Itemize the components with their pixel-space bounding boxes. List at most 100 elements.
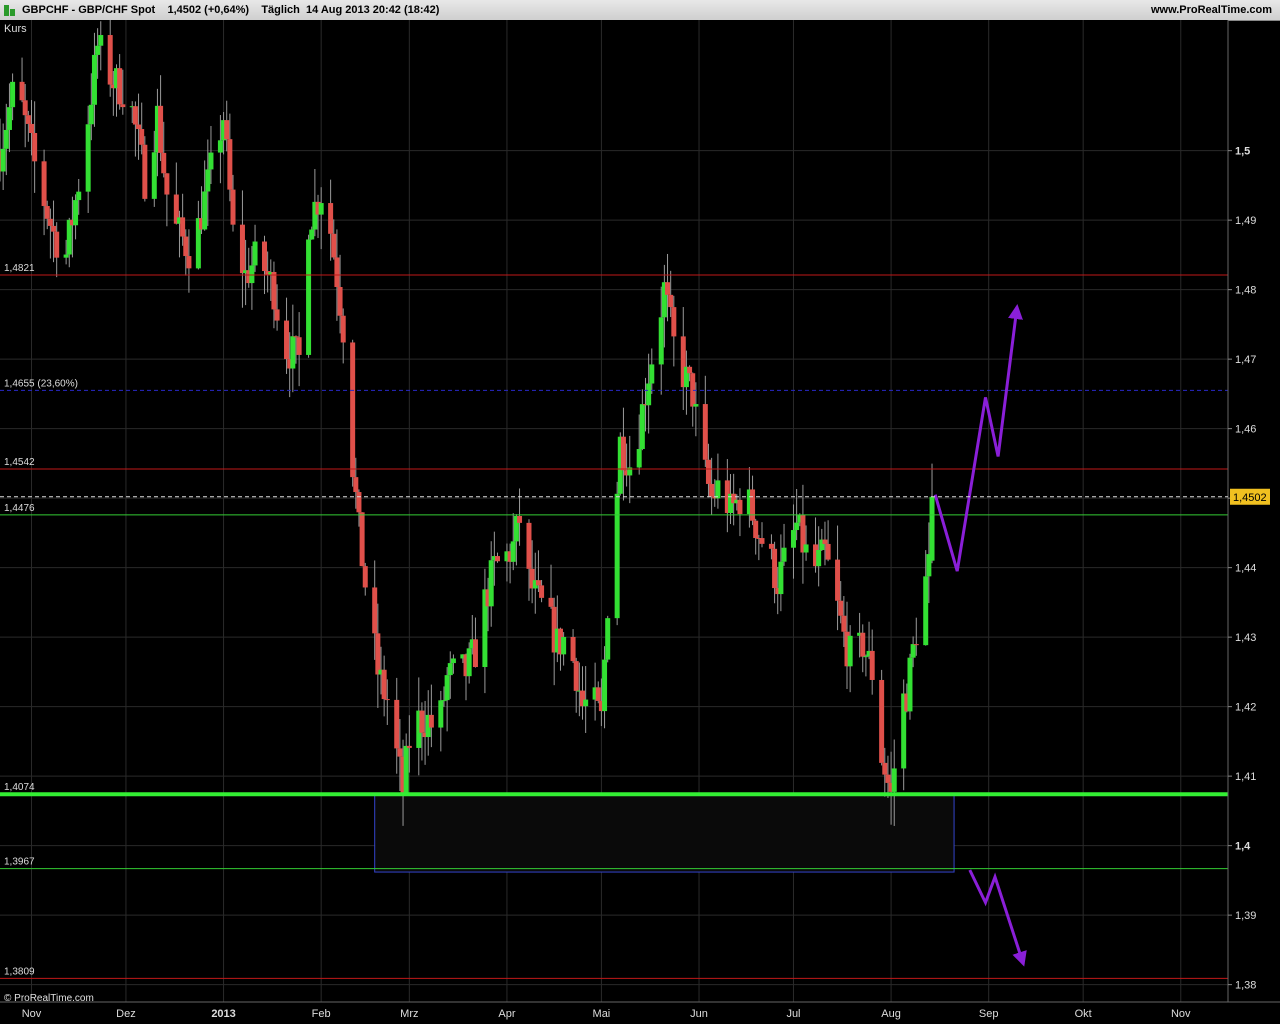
candle-down bbox=[494, 556, 500, 562]
y-tick-label: 1,4 bbox=[1235, 841, 1251, 853]
candle-up bbox=[403, 745, 409, 793]
title-bar: GBPCHF - GBP/CHF Spot 1,4502 (+0,64%) Tä… bbox=[0, 0, 1280, 21]
candle-down bbox=[227, 139, 233, 190]
level-label: 1,4655 (23,60%) bbox=[4, 378, 78, 389]
y-axis-label: Kurs bbox=[4, 23, 27, 35]
candle-down bbox=[331, 233, 337, 258]
candle-down bbox=[384, 699, 390, 701]
candle-down bbox=[183, 236, 189, 257]
candle-down bbox=[737, 499, 743, 515]
candle-down bbox=[381, 669, 387, 700]
x-tick-label: Feb bbox=[312, 1008, 331, 1020]
candle-up bbox=[447, 663, 453, 676]
candle-up bbox=[76, 191, 82, 201]
candle-up bbox=[208, 152, 214, 170]
candle-down bbox=[570, 636, 576, 662]
candle-down bbox=[32, 133, 38, 162]
candle-up bbox=[88, 104, 94, 125]
candle-up bbox=[252, 241, 258, 266]
candle-up bbox=[863, 656, 869, 658]
candle-up bbox=[510, 541, 516, 562]
candle-down bbox=[120, 104, 126, 108]
candle-down bbox=[705, 459, 711, 484]
x-tick-label: Okt bbox=[1075, 1008, 1092, 1020]
timeframe-info: Täglich 14 Aug 2013 20:42 (18:42) bbox=[261, 4, 440, 16]
candle-down bbox=[841, 615, 847, 632]
candle-down bbox=[573, 661, 579, 691]
candle-down bbox=[690, 373, 696, 407]
candle-up bbox=[95, 45, 101, 55]
candle-up bbox=[3, 129, 9, 149]
price-change: 1,4502 (+0,64%) bbox=[167, 4, 250, 16]
candle-down bbox=[239, 224, 245, 274]
candle-up bbox=[217, 140, 223, 153]
candle-down bbox=[472, 639, 478, 668]
candle-up bbox=[929, 496, 935, 561]
site-link[interactable]: www.ProRealTime.com bbox=[1151, 4, 1272, 16]
candle-up bbox=[891, 768, 897, 792]
candle-up bbox=[0, 148, 6, 172]
candle-down bbox=[340, 315, 346, 343]
x-tick-label: Mai bbox=[593, 1008, 611, 1020]
candle-up bbox=[85, 124, 91, 192]
candle-down bbox=[142, 144, 148, 199]
candle-up bbox=[561, 636, 567, 655]
candle-down bbox=[41, 161, 47, 207]
x-tick-label: 2013 bbox=[211, 1008, 235, 1020]
current-price-label: 1,4502 bbox=[1233, 492, 1267, 504]
candle-down bbox=[882, 762, 888, 775]
candle-down bbox=[44, 206, 50, 219]
candle-up bbox=[583, 699, 589, 707]
watermark: © ProRealTime.com bbox=[4, 993, 94, 1004]
y-tick-label: 1,41 bbox=[1235, 771, 1256, 783]
candle-down bbox=[230, 189, 236, 225]
candle-up bbox=[910, 644, 916, 658]
y-tick-label: 1,49 bbox=[1235, 215, 1256, 227]
candle-down bbox=[768, 543, 774, 549]
candle-down bbox=[548, 597, 554, 607]
price-chart[interactable]: 1,4821 1,4655 (23,60%) 1,4542 1,4476 1,4074 1… bbox=[0, 20, 1280, 1024]
candle-down bbox=[47, 218, 53, 226]
candle-up bbox=[794, 522, 800, 531]
candle-up bbox=[438, 700, 444, 728]
candle-up bbox=[646, 383, 652, 406]
candle-up bbox=[639, 404, 645, 450]
candle-up bbox=[605, 618, 611, 660]
candle-down bbox=[394, 699, 400, 749]
x-tick-label: Aug bbox=[881, 1008, 901, 1020]
candle-down bbox=[397, 748, 403, 757]
level-label: 1,3967 bbox=[4, 857, 35, 868]
candle-down bbox=[620, 436, 626, 471]
candle-down bbox=[913, 644, 919, 646]
instrument-icon bbox=[4, 5, 15, 16]
candle-up bbox=[309, 229, 315, 240]
x-axis[interactable]: Nov Dez 2013 Feb Mrz Apr Mai Jun Jul Aug Sep Okt Nov bbox=[22, 1008, 1191, 1020]
y-axis[interactable]: 1,51,491,481,471,461,451,441,431,421,411… bbox=[1228, 146, 1256, 992]
candle-down bbox=[869, 650, 875, 680]
x-tick-label: Jun bbox=[690, 1008, 708, 1020]
support-zone-box bbox=[374, 793, 955, 873]
y-tick-label: 1,48 bbox=[1235, 285, 1256, 297]
candle-down bbox=[372, 587, 378, 634]
candle-up bbox=[444, 675, 450, 701]
candle-down bbox=[375, 633, 381, 675]
candle-down bbox=[838, 600, 844, 616]
x-tick-label: Mrz bbox=[400, 1008, 418, 1020]
y-tick-label: 1,44 bbox=[1235, 563, 1256, 575]
candle-down bbox=[772, 548, 778, 589]
candle-down bbox=[117, 68, 123, 105]
candle-down bbox=[822, 539, 828, 544]
candle-down bbox=[885, 774, 891, 783]
candle-down bbox=[334, 257, 340, 288]
candle-up bbox=[202, 191, 208, 230]
level-label: 1,4476 bbox=[4, 503, 35, 514]
candle-up bbox=[6, 107, 12, 130]
candle-down bbox=[750, 489, 756, 521]
candle-down bbox=[139, 129, 145, 145]
candle-down bbox=[28, 123, 34, 134]
candle-down bbox=[526, 522, 532, 569]
candle-up bbox=[790, 530, 796, 548]
y-tick-label: 1,47 bbox=[1235, 354, 1256, 366]
candle-up bbox=[778, 561, 784, 595]
candle-down bbox=[860, 632, 866, 657]
